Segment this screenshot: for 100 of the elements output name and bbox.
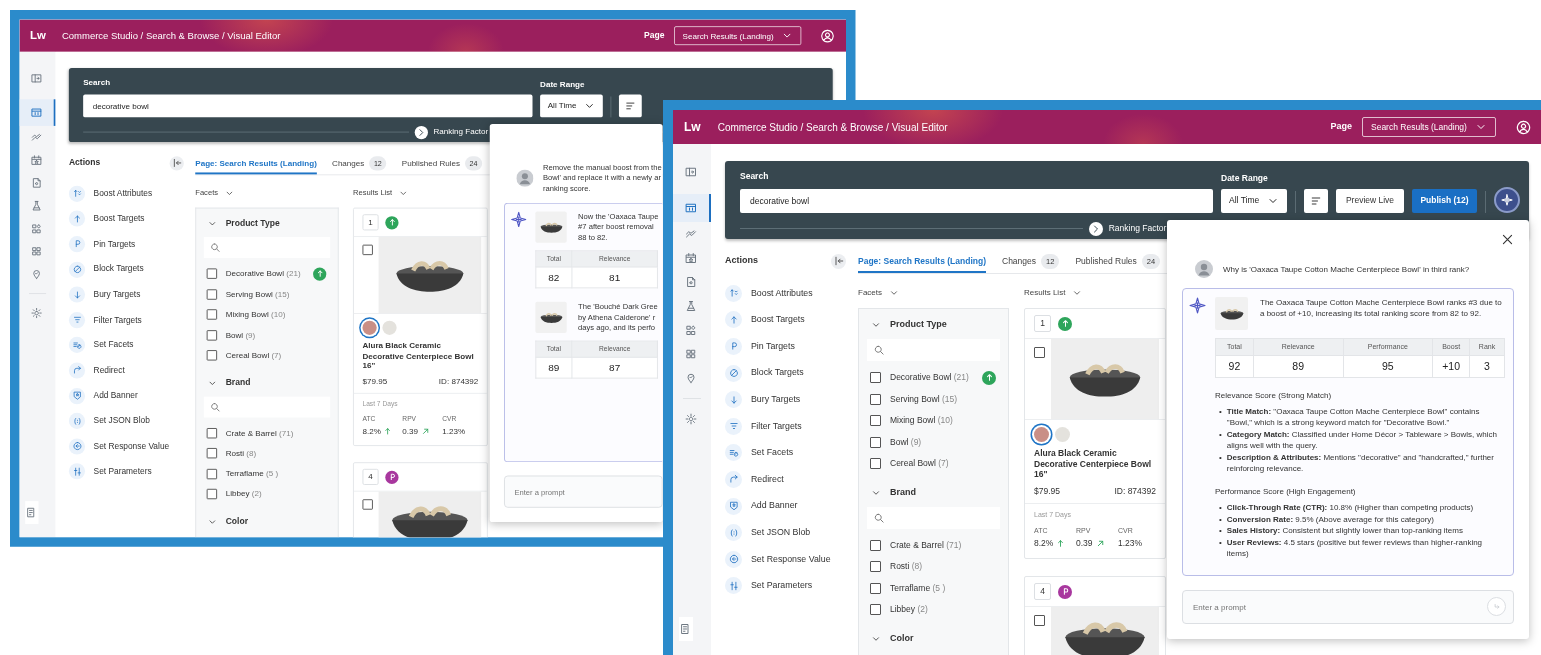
- search-input[interactable]: decorative bowl: [83, 94, 533, 118]
- checkbox[interactable]: [206, 448, 218, 459]
- location-icon: [685, 372, 697, 384]
- color-swatch[interactable]: [382, 320, 397, 335]
- action-button[interactable]: Set Parameters: [725, 572, 813, 600]
- action-button[interactable]: Add Banner: [725, 492, 798, 520]
- action-button[interactable]: Block Targets: [68, 256, 144, 283]
- action-button[interactable]: Block Targets: [725, 359, 804, 387]
- action-button[interactable]: Filter Targets: [725, 412, 802, 440]
- collapse-button[interactable]: [169, 155, 184, 171]
- checkbox[interactable]: [870, 582, 881, 594]
- results-list-dropdown[interactable]: Results List: [1024, 286, 1083, 300]
- checkbox[interactable]: [206, 289, 218, 300]
- nav-button[interactable]: [19, 99, 56, 126]
- bullet-item: Description & Attributes: Mentions "decorative" and "handcrafted," further reinforcing relevance.: [1226, 451, 1495, 475]
- collapse-button[interactable]: [831, 253, 846, 269]
- ai-assistant-button[interactable]: [1494, 186, 1520, 213]
- action-button[interactable]: Filter Targets: [68, 307, 142, 333]
- search-field[interactable]: [867, 339, 1000, 361]
- response-icon: [68, 438, 86, 455]
- nav-button[interactable]: [25, 501, 39, 524]
- action-button[interactable]: Boost Targets: [68, 206, 145, 232]
- page-select[interactable]: Search Results (Landing): [1362, 117, 1496, 137]
- user-icon[interactable]: [820, 28, 835, 43]
- checkbox[interactable]: [1034, 615, 1045, 626]
- checkbox[interactable]: [206, 268, 218, 280]
- checkbox[interactable]: [870, 372, 881, 384]
- prompt-field[interactable]: Enter a prompt: [1182, 590, 1514, 624]
- action-button[interactable]: Bury Targets: [68, 282, 141, 308]
- color-swatch[interactable]: [1034, 427, 1049, 442]
- facets-icon: [725, 444, 742, 462]
- action-button[interactable]: Set JSON Blob: [68, 408, 150, 434]
- product-id: ID: 874392: [1114, 484, 1156, 498]
- facet-group-header[interactable]: Color: [867, 628, 914, 649]
- user-icon[interactable]: [1516, 119, 1531, 135]
- action-button[interactable]: Set Response Value: [725, 545, 831, 573]
- checkbox[interactable]: [870, 539, 881, 551]
- action-button[interactable]: Bury Targets: [725, 386, 801, 413]
- sort-button[interactable]: [1304, 188, 1328, 213]
- action-button[interactable]: Set Parameters: [68, 458, 152, 485]
- action-button[interactable]: Set Facets: [68, 332, 134, 358]
- checkbox[interactable]: [206, 350, 218, 361]
- facet-group-header[interactable]: Color: [203, 512, 248, 532]
- search-field[interactable]: [203, 237, 331, 258]
- preview-button[interactable]: Preview Live: [1336, 188, 1404, 213]
- facet-group-header[interactable]: Brand: [867, 482, 916, 503]
- action-button[interactable]: Pin Targets: [68, 231, 136, 257]
- date-range-select[interactable]: All Time: [1221, 188, 1287, 213]
- action-button[interactable]: Pin Targets: [725, 333, 795, 360]
- expand-button[interactable]: [414, 125, 428, 139]
- search-field[interactable]: [867, 506, 1000, 529]
- bullet-marker: •: [1219, 502, 1222, 514]
- section-title: Performance Score (High Engagement): [1215, 486, 1357, 498]
- color-swatch[interactable]: [1055, 427, 1070, 442]
- breadcrumb: Commerce Studio / Search & Browse / Visual Editor: [717, 120, 948, 135]
- action-button[interactable]: Boost Attributes: [68, 181, 153, 207]
- facet-group-header[interactable]: Product Type: [203, 214, 280, 234]
- sort-arrows-icon: [68, 185, 86, 202]
- checkbox[interactable]: [362, 244, 373, 256]
- checkbox[interactable]: [870, 393, 881, 405]
- facet-group-header[interactable]: Product Type: [867, 315, 947, 335]
- action-button[interactable]: Set Response Value: [68, 433, 170, 459]
- publish-button[interactable]: Publish (12): [1412, 188, 1477, 213]
- facets-dropdown[interactable]: Facets: [858, 286, 1009, 300]
- checkbox[interactable]: [206, 427, 218, 439]
- action-button[interactable]: Boost Targets: [725, 306, 805, 334]
- checkbox[interactable]: [206, 329, 218, 341]
- checkbox[interactable]: [870, 458, 881, 470]
- action-button[interactable]: Redirect: [725, 466, 784, 493]
- action-button[interactable]: Set Facets: [725, 439, 794, 467]
- checkbox[interactable]: [870, 415, 881, 427]
- checkbox[interactable]: [362, 499, 373, 510]
- search-field[interactable]: [203, 396, 331, 418]
- checkbox[interactable]: [1034, 347, 1045, 358]
- nav-button[interactable]: [673, 194, 711, 222]
- action-button[interactable]: Add Banner: [68, 383, 138, 409]
- checkbox[interactable]: [870, 604, 881, 616]
- tab[interactable]: Page: Search Results (Landing): [195, 154, 317, 175]
- sliders-icon: [68, 463, 86, 480]
- checkbox[interactable]: [206, 468, 218, 480]
- expand-button[interactable]: [1088, 221, 1103, 236]
- close-button[interactable]: [1501, 232, 1514, 246]
- flask-icon: [685, 300, 697, 312]
- section-title: Actions: [68, 156, 101, 169]
- blocks-icon: [30, 222, 43, 235]
- search-input[interactable]: decorative bowl: [740, 188, 1213, 213]
- tab[interactable]: Page: Search Results (Landing): [858, 252, 986, 273]
- action-button[interactable]: Redirect: [68, 357, 125, 384]
- checkbox[interactable]: [870, 561, 881, 573]
- date-range-select[interactable]: All Time: [540, 94, 603, 118]
- action-button[interactable]: Set JSON Blob: [725, 519, 811, 546]
- nav-button[interactable]: [679, 617, 693, 641]
- color-swatch[interactable]: [362, 320, 377, 335]
- facet-group-header[interactable]: Brand: [203, 373, 251, 393]
- checkbox[interactable]: [206, 309, 218, 320]
- checkbox[interactable]: [206, 489, 218, 500]
- sort-button[interactable]: [618, 94, 642, 118]
- action-button[interactable]: Boost Attributes: [725, 280, 813, 307]
- checkbox[interactable]: [870, 436, 881, 448]
- section-title: Actions: [725, 254, 758, 268]
